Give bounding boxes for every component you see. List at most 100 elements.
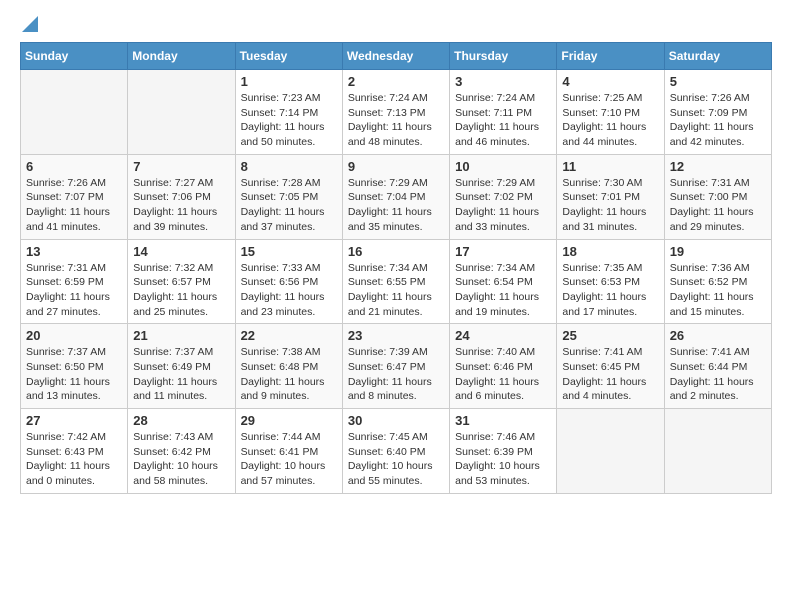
day-number: 2 bbox=[348, 74, 444, 89]
day-info: Sunrise: 7:35 AMSunset: 6:53 PMDaylight:… bbox=[562, 261, 658, 320]
day-number: 30 bbox=[348, 413, 444, 428]
calendar-cell bbox=[21, 70, 128, 155]
day-number: 21 bbox=[133, 328, 229, 343]
calendar-header-monday: Monday bbox=[128, 43, 235, 70]
calendar-cell: 28 Sunrise: 7:43 AMSunset: 6:42 PMDayligh… bbox=[128, 409, 235, 494]
day-number: 10 bbox=[455, 159, 551, 174]
calendar-week-4: 20 Sunrise: 7:37 AMSunset: 6:50 PMDayligh… bbox=[21, 324, 772, 409]
calendar-cell: 14 Sunrise: 7:32 AMSunset: 6:57 PMDayligh… bbox=[128, 239, 235, 324]
calendar-week-2: 6 Sunrise: 7:26 AMSunset: 7:07 PMDaylight… bbox=[21, 154, 772, 239]
day-number: 6 bbox=[26, 159, 122, 174]
calendar-header-friday: Friday bbox=[557, 43, 664, 70]
day-info: Sunrise: 7:45 AMSunset: 6:40 PMDaylight:… bbox=[348, 430, 444, 489]
day-info: Sunrise: 7:36 AMSunset: 6:52 PMDaylight:… bbox=[670, 261, 766, 320]
day-info: Sunrise: 7:26 AMSunset: 7:07 PMDaylight:… bbox=[26, 176, 122, 235]
day-info: Sunrise: 7:38 AMSunset: 6:48 PMDaylight:… bbox=[241, 345, 337, 404]
day-number: 12 bbox=[670, 159, 766, 174]
calendar-cell: 2Sunrise: 7:24 AMSunset: 7:13 PMDaylight… bbox=[342, 70, 449, 155]
calendar-cell: 11 Sunrise: 7:30 AMSunset: 7:01 PMDayligh… bbox=[557, 154, 664, 239]
calendar-cell: 12 Sunrise: 7:31 AMSunset: 7:00 PMDayligh… bbox=[664, 154, 771, 239]
calendar-cell: 9 Sunrise: 7:29 AMSunset: 7:04 PMDaylight… bbox=[342, 154, 449, 239]
calendar-cell: 3 Sunrise: 7:24 AMSunset: 7:11 PMDaylight… bbox=[450, 70, 557, 155]
calendar-cell: 18 Sunrise: 7:35 AMSunset: 6:53 PMDayligh… bbox=[557, 239, 664, 324]
day-info: Sunrise: 7:30 AMSunset: 7:01 PMDaylight:… bbox=[562, 176, 658, 235]
calendar-cell: 23 Sunrise: 7:39 AMSunset: 6:47 PMDayligh… bbox=[342, 324, 449, 409]
day-number: 28 bbox=[133, 413, 229, 428]
calendar-cell: 29 Sunrise: 7:44 AMSunset: 6:41 PMDayligh… bbox=[235, 409, 342, 494]
day-number: 1 bbox=[241, 74, 337, 89]
day-number: 3 bbox=[455, 74, 551, 89]
day-number: 31 bbox=[455, 413, 551, 428]
day-info: Sunrise: 7:43 AMSunset: 6:42 PMDaylight:… bbox=[133, 430, 229, 489]
day-info: Sunrise: 7:23 AMSunset: 7:14 PMDaylight:… bbox=[241, 91, 337, 150]
calendar-cell: 24Sunrise: 7:40 AMSunset: 6:46 PMDayligh… bbox=[450, 324, 557, 409]
page: SundayMondayTuesdayWednesdayThursdayFrid… bbox=[0, 0, 792, 510]
day-info: Sunrise: 7:41 AMSunset: 6:45 PMDaylight:… bbox=[562, 345, 658, 404]
day-number: 25 bbox=[562, 328, 658, 343]
calendar-header-tuesday: Tuesday bbox=[235, 43, 342, 70]
calendar-cell: 4Sunrise: 7:25 AMSunset: 7:10 PMDaylight… bbox=[557, 70, 664, 155]
day-number: 17 bbox=[455, 244, 551, 259]
day-info: Sunrise: 7:24 AMSunset: 7:11 PMDaylight:… bbox=[455, 91, 551, 150]
calendar-cell: 31 Sunrise: 7:46 AMSunset: 6:39 PMDayligh… bbox=[450, 409, 557, 494]
day-number: 27 bbox=[26, 413, 122, 428]
calendar-cell bbox=[557, 409, 664, 494]
calendar-cell: 25 Sunrise: 7:41 AMSunset: 6:45 PMDayligh… bbox=[557, 324, 664, 409]
calendar-cell bbox=[128, 70, 235, 155]
day-info: Sunrise: 7:44 AMSunset: 6:41 PMDaylight:… bbox=[241, 430, 337, 489]
day-number: 22 bbox=[241, 328, 337, 343]
calendar-header-wednesday: Wednesday bbox=[342, 43, 449, 70]
day-info: Sunrise: 7:28 AMSunset: 7:05 PMDaylight:… bbox=[241, 176, 337, 235]
calendar-cell: 6 Sunrise: 7:26 AMSunset: 7:07 PMDaylight… bbox=[21, 154, 128, 239]
day-number: 19 bbox=[670, 244, 766, 259]
day-info: Sunrise: 7:26 AMSunset: 7:09 PMDaylight:… bbox=[670, 91, 766, 150]
day-number: 15 bbox=[241, 244, 337, 259]
calendar-cell: 19 Sunrise: 7:36 AMSunset: 6:52 PMDayligh… bbox=[664, 239, 771, 324]
day-info: Sunrise: 7:40 AMSunset: 6:46 PMDaylight:… bbox=[455, 345, 551, 404]
calendar-cell bbox=[664, 409, 771, 494]
calendar-cell: 8 Sunrise: 7:28 AMSunset: 7:05 PMDaylight… bbox=[235, 154, 342, 239]
day-info: Sunrise: 7:37 AMSunset: 6:50 PMDaylight:… bbox=[26, 345, 122, 404]
calendar-cell: 27 Sunrise: 7:42 AMSunset: 6:43 PMDayligh… bbox=[21, 409, 128, 494]
day-number: 13 bbox=[26, 244, 122, 259]
logo bbox=[20, 16, 38, 32]
day-number: 8 bbox=[241, 159, 337, 174]
calendar-cell: 20 Sunrise: 7:37 AMSunset: 6:50 PMDayligh… bbox=[21, 324, 128, 409]
day-info: Sunrise: 7:41 AMSunset: 6:44 PMDaylight:… bbox=[670, 345, 766, 404]
calendar-cell: 13 Sunrise: 7:31 AMSunset: 6:59 PMDayligh… bbox=[21, 239, 128, 324]
day-info: Sunrise: 7:25 AMSunset: 7:10 PMDaylight:… bbox=[562, 91, 658, 150]
day-number: 29 bbox=[241, 413, 337, 428]
day-number: 9 bbox=[348, 159, 444, 174]
day-number: 20 bbox=[26, 328, 122, 343]
calendar-cell: 16Sunrise: 7:34 AMSunset: 6:55 PMDayligh… bbox=[342, 239, 449, 324]
calendar-cell: 17Sunrise: 7:34 AMSunset: 6:54 PMDayligh… bbox=[450, 239, 557, 324]
calendar-cell: 7 Sunrise: 7:27 AMSunset: 7:06 PMDaylight… bbox=[128, 154, 235, 239]
day-info: Sunrise: 7:46 AMSunset: 6:39 PMDaylight:… bbox=[455, 430, 551, 489]
day-info: Sunrise: 7:29 AMSunset: 7:04 PMDaylight:… bbox=[348, 176, 444, 235]
day-info: Sunrise: 7:39 AMSunset: 6:47 PMDaylight:… bbox=[348, 345, 444, 404]
calendar-header-sunday: Sunday bbox=[21, 43, 128, 70]
day-number: 14 bbox=[133, 244, 229, 259]
day-info: Sunrise: 7:31 AMSunset: 6:59 PMDaylight:… bbox=[26, 261, 122, 320]
day-info: Sunrise: 7:31 AMSunset: 7:00 PMDaylight:… bbox=[670, 176, 766, 235]
calendar: SundayMondayTuesdayWednesdayThursdayFrid… bbox=[20, 42, 772, 494]
day-number: 23 bbox=[348, 328, 444, 343]
day-info: Sunrise: 7:33 AMSunset: 6:56 PMDaylight:… bbox=[241, 261, 337, 320]
calendar-week-5: 27 Sunrise: 7:42 AMSunset: 6:43 PMDayligh… bbox=[21, 409, 772, 494]
day-number: 11 bbox=[562, 159, 658, 174]
day-number: 7 bbox=[133, 159, 229, 174]
calendar-cell: 30 Sunrise: 7:45 AMSunset: 6:40 PMDayligh… bbox=[342, 409, 449, 494]
logo-icon bbox=[22, 16, 38, 32]
day-info: Sunrise: 7:29 AMSunset: 7:02 PMDaylight:… bbox=[455, 176, 551, 235]
calendar-week-1: 1 Sunrise: 7:23 AMSunset: 7:14 PMDaylight… bbox=[21, 70, 772, 155]
calendar-cell: 1 Sunrise: 7:23 AMSunset: 7:14 PMDaylight… bbox=[235, 70, 342, 155]
calendar-week-3: 13 Sunrise: 7:31 AMSunset: 6:59 PMDayligh… bbox=[21, 239, 772, 324]
day-number: 18 bbox=[562, 244, 658, 259]
calendar-header-thursday: Thursday bbox=[450, 43, 557, 70]
day-number: 26 bbox=[670, 328, 766, 343]
day-info: Sunrise: 7:32 AMSunset: 6:57 PMDaylight:… bbox=[133, 261, 229, 320]
day-info: Sunrise: 7:27 AMSunset: 7:06 PMDaylight:… bbox=[133, 176, 229, 235]
day-info: Sunrise: 7:42 AMSunset: 6:43 PMDaylight:… bbox=[26, 430, 122, 489]
day-number: 5 bbox=[670, 74, 766, 89]
calendar-cell: 21Sunrise: 7:37 AMSunset: 6:49 PMDayligh… bbox=[128, 324, 235, 409]
